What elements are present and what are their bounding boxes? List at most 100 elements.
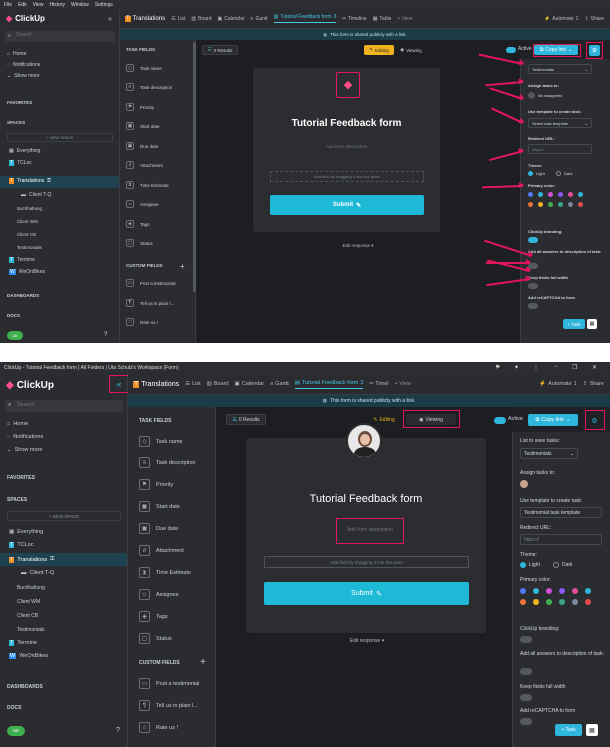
add-view-button[interactable]: + View [395,381,412,387]
minimize-icon[interactable]: − [554,364,558,370]
form-title[interactable]: Tutorial Feedback form [246,493,486,505]
nav-home[interactable]: ⌂ Home [7,51,26,57]
user-avatar[interactable]: UE [7,726,25,736]
field-priority[interactable]: ⚑ Priority [126,103,154,111]
field-due-date[interactable]: ▣ Due date [126,142,158,150]
nav-notifications[interactable]: ◌ Notifications [7,62,40,68]
editing-button[interactable]: ✎ Editing [364,45,394,55]
tab-timeline[interactable]: ═ Timeline [342,16,366,22]
redirect-input[interactable]: https:// [528,144,592,154]
breadcrumb[interactable]: T Translations [125,15,165,22]
tab-calendar[interactable]: ▣ Calendar [235,381,265,387]
clickup-logo-icon[interactable]: ◆ [341,78,355,92]
results-button[interactable]: ☰ 0 Results [202,45,238,55]
edit-response-button[interactable]: Edit response ▾ [330,638,404,644]
tab-board[interactable]: ▥ Board [207,381,229,387]
color-swatch[interactable] [559,599,565,605]
copy-link-button[interactable]: ⧉ Copy link ⌄ [534,45,578,55]
template-select[interactable]: Testimonial task template [520,507,602,518]
color-swatch[interactable] [568,192,573,197]
form-title[interactable]: Tutorial Feedback form [253,118,440,129]
color-swatch[interactable] [546,588,552,594]
list-client-wm[interactable]: Client WM [17,219,38,224]
restore-icon[interactable]: ❐ [572,364,577,371]
theme-light-radio[interactable]: Light [528,171,545,176]
nav-home[interactable]: ⌂ Home [7,421,28,427]
custom-field-tell-us[interactable]: ¶ Tell us in plain l... [126,299,174,307]
folder-client-tq[interactable]: ▬ Client T-Q [21,570,54,576]
color-swatch[interactable] [538,202,543,207]
tab-gantt[interactable]: ≡ Gantt [251,16,268,22]
search-box[interactable]: ⌕ [5,400,123,412]
nav-show-more[interactable]: ⌄ Show more [7,73,40,79]
field-task-description[interactable]: ≡ Task description [139,457,195,468]
space-termine[interactable]: T Termine [9,257,35,263]
viewing-button[interactable]: ◉ Viewing [396,45,426,55]
search-input[interactable] [16,32,96,38]
redirect-input[interactable]: https:// [520,534,602,545]
color-swatch[interactable] [520,599,526,605]
new-space-button[interactable]: + NEW SPACE [7,511,121,521]
color-swatch[interactable] [548,202,553,207]
branding-toggle[interactable] [520,636,532,643]
collapse-sidebar-icon[interactable]: « [108,16,112,23]
color-swatch[interactable] [528,192,533,197]
spaces-header[interactable]: SPACES [7,497,27,503]
list-select[interactable]: Testimonials ⌄ [520,448,578,459]
field-assignee[interactable]: ☺ Assignee [139,589,179,600]
tab-calendar[interactable]: ▣ Calendar [217,16,244,22]
space-weonbikes[interactable]: W WeOnBikes [9,269,45,275]
tab-form[interactable]: ▤ Tutorial Feedback form 3 [273,14,337,23]
space-everything[interactable]: ▦ Everything [9,529,43,535]
submit-button[interactable]: Submit ✎ [264,582,469,605]
share-button[interactable]: ⇪ Share [584,16,604,22]
space-translations[interactable]: T Translations ⚿ [9,178,51,184]
theme-light-radio[interactable]: Light [520,562,540,568]
custom-field-post-testimonial[interactable]: ▭ Post a testimonial [126,279,176,287]
color-swatch[interactable] [572,588,578,594]
color-swatch[interactable] [559,588,565,594]
field-task-description[interactable]: ≡ Task description [126,83,172,91]
add-view-button[interactable]: + View [397,16,412,22]
results-button[interactable]: ☰ 0 Results [226,414,266,425]
add-task-button[interactable]: + Task [563,319,585,329]
fields-scrollbar[interactable] [193,42,196,292]
color-swatch[interactable] [533,588,539,594]
edit-response-button[interactable]: Edit response ▾ [323,243,393,249]
favorites-header[interactable]: FAVORITES [7,100,32,105]
add-answers-toggle[interactable] [520,668,532,675]
space-translations[interactable]: T Translations ⚿ [9,556,54,563]
recaptcha-toggle[interactable] [520,718,532,725]
theme-dark-radio[interactable]: Dark [553,562,573,568]
settings-gear-icon[interactable]: ⚙ [589,45,600,56]
form-description[interactable]: Add form description [336,518,404,544]
list-buchhaltung[interactable]: Buchhaltung [17,585,45,591]
color-swatch[interactable] [520,588,526,594]
dashboards-header[interactable]: DASHBOARDS [7,293,39,298]
active-toggle[interactable] [506,47,516,53]
apps-icon[interactable]: ▦ [587,319,597,329]
keep-fields-toggle[interactable] [520,694,532,701]
viewing-button[interactable]: ◉ Viewing [406,414,456,425]
tab-table[interactable]: ▦ Table [373,16,392,22]
keep-fields-toggle[interactable] [528,283,538,289]
drop-zone[interactable]: Add field by dragging it into this area! [270,171,424,182]
menu-view[interactable]: View [33,2,44,8]
field-task-name[interactable]: ◇ Task name [126,64,162,72]
color-swatch[interactable] [558,192,563,197]
color-swatch[interactable] [558,202,563,207]
field-tags[interactable]: ◈ Tags [139,611,168,622]
field-assignee[interactable]: ☺ Assignee [126,200,159,208]
new-space-button[interactable]: + NEW SPACE [7,133,113,142]
list-testimonials[interactable]: Testimonials [17,245,42,250]
kebab-menu-icon[interactable]: ⋮ [533,364,539,371]
dashboards-header[interactable]: DASHBOARDS [7,684,43,690]
tab-gantt[interactable]: ≡ Gantt [270,381,289,387]
field-status[interactable]: ▢ Status [126,239,153,247]
add-custom-field-icon[interactable]: + [180,262,185,271]
editing-button[interactable]: ✎ Editing [367,414,401,425]
space-weonbikes[interactable]: W WeOnBikes [9,653,48,659]
color-swatch[interactable] [585,588,591,594]
branding-toggle[interactable] [528,237,538,243]
help-icon[interactable]: ? [116,727,120,734]
